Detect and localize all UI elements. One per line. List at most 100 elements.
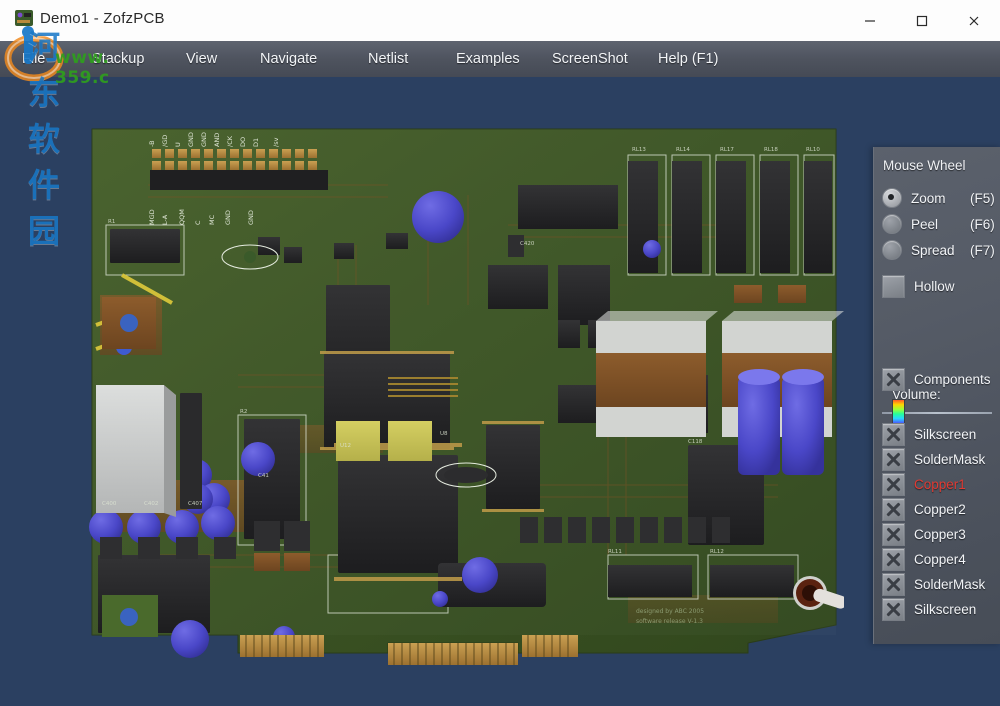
svg-text:AND: AND <box>213 133 221 147</box>
layer-row-silkscreen-bottom[interactable]: Silkscreen <box>882 597 977 621</box>
title-bar: Demo1 - ZofzPCB <box>0 0 1000 42</box>
window-title: Demo1 - ZofzPCB <box>40 10 165 27</box>
pcb-board-render[interactable]: -B /GD U GND GND AND /CK DO D1 /sv MGD L… <box>88 125 844 681</box>
checkbox-components[interactable]: Components <box>882 367 991 391</box>
hollow-label: Hollow <box>914 278 955 294</box>
radio-spread-label: Spread <box>911 242 955 258</box>
menu-item-file[interactable]: File <box>22 41 45 77</box>
layer-row-soldermask-bottom[interactable]: SolderMask <box>882 572 986 596</box>
radio-zoom[interactable]: Zoom (F5) <box>882 187 995 209</box>
menu-item-examples[interactable]: Examples <box>456 41 520 77</box>
layer-checkbox-icon <box>882 522 905 546</box>
radio-spread-icon <box>882 240 902 260</box>
layer-label: Copper3 <box>914 526 966 542</box>
svg-text:C407: C407 <box>188 501 203 507</box>
menu-bar: File Stackup View Navigate Netlist Examp… <box>0 41 1000 78</box>
menu-item-view[interactable]: View <box>186 41 217 77</box>
layer-row-copper4[interactable]: Copper4 <box>882 547 966 571</box>
layer-checkbox-icon <box>882 422 905 446</box>
svg-text:RL18: RL18 <box>764 147 778 153</box>
menu-item-netlist[interactable]: Netlist <box>368 41 408 77</box>
menu-item-navigate[interactable]: Navigate <box>260 41 317 77</box>
layer-label: Copper2 <box>914 501 966 517</box>
svg-text:C420: C420 <box>520 241 535 247</box>
radio-zoom-label: Zoom <box>911 190 946 206</box>
menu-item-help[interactable]: Help (F1) <box>658 41 718 77</box>
hollow-checkbox-icon <box>882 274 905 298</box>
svg-text:/CK: /CK <box>226 135 234 147</box>
svg-text:GND: GND <box>247 210 255 225</box>
svg-text:MGD: MGD <box>148 209 156 225</box>
svg-text:RL17: RL17 <box>720 147 734 153</box>
radio-peel-key: (F6) <box>970 216 995 232</box>
maximize-icon <box>916 15 928 26</box>
checkbox-hollow[interactable]: Hollow <box>882 274 955 298</box>
radio-spread-key: (F7) <box>970 242 995 258</box>
pcb-3d-viewport[interactable]: -B /GD U GND GND AND /CK DO D1 /sv MGD L… <box>0 77 1000 706</box>
minimize-icon <box>865 19 875 22</box>
svg-text:U8: U8 <box>440 431 448 437</box>
radio-peel-label: Peel <box>911 216 939 232</box>
menu-item-screenshot[interactable]: ScreenShot <box>552 41 628 77</box>
layer-label: Copper1 <box>914 476 966 492</box>
radio-zoom-icon <box>882 188 902 208</box>
radio-peel[interactable]: Peel (F6) <box>882 213 995 235</box>
layer-checkbox-icon <box>882 547 905 571</box>
svg-text:RL12: RL12 <box>710 549 724 555</box>
svg-text:designed by ABC 2005: designed by ABC 2005 <box>636 608 704 615</box>
components-label: Components <box>914 371 991 387</box>
layer-checkbox-icon <box>882 597 905 621</box>
radio-zoom-key: (F5) <box>970 190 995 206</box>
svg-text:MC: MC <box>208 214 216 225</box>
minimize-button[interactable] <box>844 0 896 41</box>
radio-spread[interactable]: Spread (F7) <box>882 239 995 261</box>
layer-label: Silkscreen <box>914 601 977 617</box>
svg-text:D1: D1 <box>252 138 260 147</box>
layer-label: Silkscreen <box>914 426 977 442</box>
svg-text:C118: C118 <box>688 439 703 445</box>
zofzpcb-window: Demo1 - ZofzPCB File Stackup View Naviga… <box>0 0 1000 706</box>
maximize-button[interactable] <box>896 0 948 41</box>
panel-title: Mouse Wheel <box>883 158 966 173</box>
svg-text:R1: R1 <box>108 219 115 225</box>
control-panel: Mouse Wheel Zoom (F5) Peel (F6) Spread (… <box>873 147 1000 644</box>
layer-checkbox-icon <box>882 447 905 471</box>
svg-text:RL14: RL14 <box>676 147 690 153</box>
layer-checkbox-icon <box>882 572 905 596</box>
svg-text:C41: C41 <box>258 473 269 479</box>
layer-label: Copper4 <box>914 551 966 567</box>
svg-text:L-A: L-A <box>161 214 169 225</box>
svg-text:/GD: /GD <box>161 135 169 147</box>
svg-text:RL10: RL10 <box>806 147 820 153</box>
svg-text:/sv: /sv <box>272 137 280 147</box>
layer-label: SolderMask <box>914 576 986 592</box>
layer-checkbox-icon <box>882 497 905 521</box>
svg-text:RL11: RL11 <box>608 549 622 555</box>
layer-row-copper3[interactable]: Copper3 <box>882 522 966 546</box>
svg-text:C: C <box>194 220 202 225</box>
layer-row-silkscreen-top[interactable]: Silkscreen <box>882 422 977 446</box>
layer-row-copper1[interactable]: Copper1 <box>882 472 966 496</box>
svg-text:RL13: RL13 <box>632 147 646 153</box>
svg-text:GND: GND <box>224 210 232 225</box>
layer-label: SolderMask <box>914 451 986 467</box>
svg-text:DO: DO <box>239 137 247 147</box>
svg-text:R2: R2 <box>240 409 247 415</box>
svg-text:C400: C400 <box>102 501 117 507</box>
close-button[interactable] <box>948 0 1000 41</box>
layer-row-soldermask-top[interactable]: SolderMask <box>882 447 986 471</box>
components-checkbox-icon <box>882 367 905 391</box>
svg-text:GND: GND <box>200 132 208 147</box>
app-icon <box>15 10 33 26</box>
svg-text:QQM: QQM <box>178 209 186 225</box>
svg-text:-B: -B <box>148 140 156 147</box>
close-icon <box>969 16 979 25</box>
menu-item-stackup[interactable]: Stackup <box>92 41 144 77</box>
layer-checkbox-icon <box>882 472 905 496</box>
svg-text:C402: C402 <box>144 501 158 507</box>
pcb-board-svg: -B /GD U GND GND AND /CK DO D1 /sv MGD L… <box>89 128 844 665</box>
window-controls <box>844 0 1000 41</box>
layer-row-copper2[interactable]: Copper2 <box>882 497 966 521</box>
svg-text:U12: U12 <box>340 443 351 449</box>
radio-peel-icon <box>882 214 902 234</box>
